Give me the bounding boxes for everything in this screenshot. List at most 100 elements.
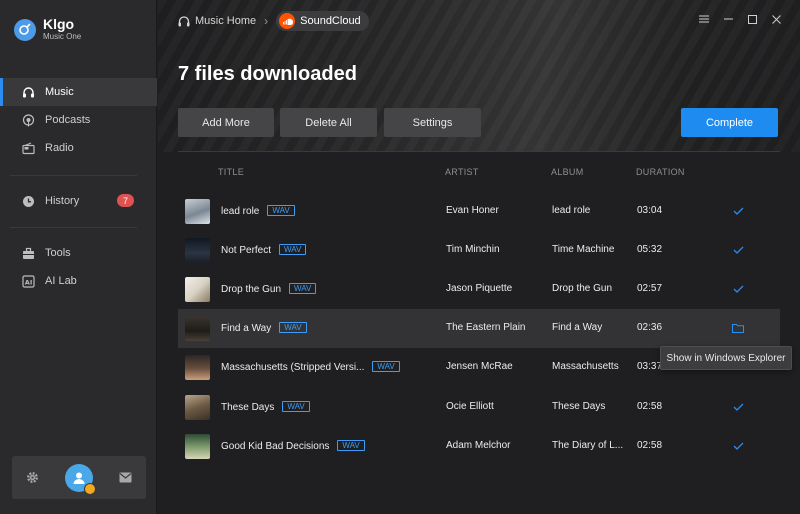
track-album: lead role (552, 205, 591, 216)
complete-button[interactable]: Complete (681, 108, 778, 137)
table-row[interactable]: These Days WAV Ocie Elliott These Days 02… (178, 388, 780, 427)
soundcloud-icon (279, 13, 296, 29)
column-header-duration: DURATION (636, 167, 685, 177)
avatar[interactable] (64, 463, 96, 495)
sidebar-item-ai-lab[interactable]: AI AI Lab (0, 267, 157, 295)
track-duration: 02:58 (637, 440, 663, 451)
sidebar: Klgo Music One Music Podcasts Radio Hist… (0, 0, 157, 514)
sidebar-item-history[interactable]: History 7 (0, 187, 157, 215)
track-artist: Evan Honer (446, 205, 499, 216)
check-icon (731, 243, 745, 257)
track-duration: 02:36 (637, 322, 663, 333)
track-duration: 05:32 (637, 244, 663, 255)
table-row-highlighted[interactable]: Find a Way WAV The Eastern Plain Find a W… (178, 309, 780, 348)
window-controls (692, 10, 788, 28)
track-title: Drop the Gun (221, 284, 282, 295)
sidebar-item-label: Podcasts (45, 114, 91, 126)
breadcrumb-home[interactable]: Music Home (178, 15, 256, 27)
folder-icon[interactable] (731, 321, 745, 335)
track-title: These Days (221, 402, 275, 413)
track-duration: 02:58 (637, 401, 663, 412)
table-row[interactable]: Drop the Gun WAV Jason Piquette Drop the … (178, 270, 780, 309)
check-icon (731, 204, 745, 218)
premium-badge-icon (83, 482, 96, 495)
sidebar-item-label: Music (45, 86, 74, 98)
sidebar-item-label: Radio (45, 142, 74, 154)
sidebar-item-podcasts[interactable]: Podcasts (0, 106, 157, 134)
album-art (185, 199, 210, 224)
app-name: Klgo (43, 16, 75, 32)
table-row[interactable]: lead role WAV Evan Honer lead role 03:04 (178, 192, 780, 231)
format-badge: WAV (337, 440, 365, 451)
menu-icon[interactable] (692, 10, 716, 28)
track-title-cell: lead role WAV (221, 205, 436, 217)
settings-button[interactable]: Settings (384, 108, 481, 137)
track-artist: Jensen McRae (446, 361, 513, 372)
track-title: Good Kid Bad Decisions (221, 441, 330, 452)
table-divider (178, 151, 780, 152)
ai-icon: AI (22, 274, 35, 288)
podcast-icon (22, 113, 35, 127)
minimize-icon[interactable] (716, 10, 740, 28)
headphones-icon (178, 15, 190, 26)
track-artist: Adam Melchor (446, 440, 511, 451)
track-duration: 03:04 (637, 205, 663, 216)
column-header-album: ALBUM (551, 167, 584, 177)
close-icon[interactable] (764, 10, 788, 28)
sidebar-divider (10, 175, 137, 176)
gear-icon[interactable] (24, 470, 40, 486)
track-title-cell: Not Perfect WAV (221, 244, 436, 256)
format-badge: WAV (372, 361, 400, 372)
sidebar-item-tools[interactable]: Tools (0, 239, 157, 267)
track-title-cell: Drop the Gun WAV (221, 283, 436, 295)
column-header-artist: ARTIST (445, 167, 479, 177)
track-title: Massachusetts (Stripped Versi... (221, 362, 365, 373)
track-title: lead role (221, 206, 260, 217)
track-title: Not Perfect (221, 245, 272, 256)
track-album: Drop the Gun (552, 283, 613, 294)
sidebar-item-radio[interactable]: Radio (0, 134, 157, 162)
radio-icon (22, 142, 35, 155)
sidebar-footer (12, 456, 146, 499)
format-badge: WAV (279, 322, 307, 333)
sidebar-item-music[interactable]: Music (0, 78, 157, 106)
nav-main: Music Podcasts Radio (0, 78, 157, 162)
track-album: These Days (552, 401, 606, 412)
format-badge: WAV (279, 244, 307, 255)
track-title-cell: Good Kid Bad Decisions WAV (221, 440, 436, 452)
maximize-icon[interactable] (740, 10, 764, 28)
track-title-cell: Massachusetts (Stripped Versi... WAV (221, 361, 436, 373)
track-album: Massachusetts (552, 361, 619, 372)
check-icon (731, 439, 745, 453)
nav-tools: Tools AI AI Lab (0, 239, 157, 295)
sidebar-item-label: History (45, 195, 80, 207)
delete-all-button[interactable]: Delete All (280, 108, 377, 137)
toolbox-icon (22, 247, 35, 260)
check-icon (731, 400, 745, 414)
clock-icon (22, 195, 35, 208)
app-logo-icon (14, 18, 36, 41)
breadcrumb-current: SoundCloud (276, 11, 369, 31)
track-album: The Diary of L... (552, 440, 624, 451)
table-row[interactable]: Good Kid Bad Decisions WAV Adam Melchor T… (178, 427, 780, 466)
table-row[interactable]: Not Perfect WAV Tim Minchin Time Machine … (178, 231, 780, 270)
history-count-badge: 7 (117, 194, 134, 207)
main-panel: Music Home › SoundCloud 7 files download… (158, 0, 800, 514)
album-art (185, 277, 210, 302)
headphones-icon (22, 86, 35, 99)
column-header-title: TITLE (218, 167, 245, 177)
sidebar-divider (10, 227, 137, 228)
breadcrumb-current-label: SoundCloud (300, 15, 361, 27)
add-more-button[interactable]: Add More (178, 108, 274, 137)
nav-history: History 7 (0, 187, 157, 215)
album-art (185, 355, 210, 380)
track-duration: 03:37 (637, 361, 661, 372)
app-subtitle: Music One (43, 32, 82, 41)
album-art (185, 395, 210, 420)
track-artist: Jason Piquette (446, 283, 513, 294)
breadcrumb-home-label: Music Home (195, 15, 257, 27)
album-art (185, 316, 210, 341)
svg-text:AI: AI (25, 278, 32, 286)
sidebar-item-label: Tools (45, 247, 71, 259)
mail-icon[interactable] (118, 470, 134, 486)
